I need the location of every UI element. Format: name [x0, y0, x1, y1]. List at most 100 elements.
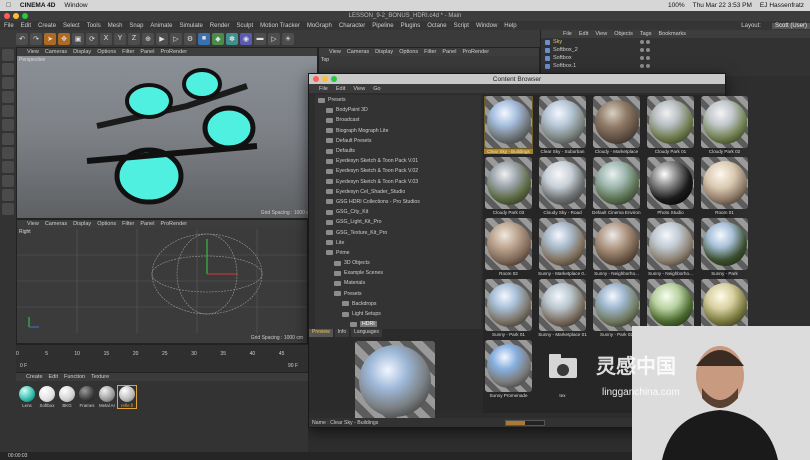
object-menu-item[interactable]: Objects	[614, 31, 633, 37]
object-row[interactable]: Sky	[541, 38, 810, 46]
viewport-menu-item[interactable]: Cameras	[347, 49, 369, 55]
tree-item[interactable]: Biograph Mograph Lite	[315, 126, 481, 136]
tree-item[interactable]: Materials	[315, 278, 481, 288]
viewport-menu-item[interactable]: View	[27, 49, 39, 55]
preset-tile[interactable]: Sunny - Neighborho...	[592, 218, 641, 276]
window-controls[interactable]	[4, 13, 31, 21]
window-menu[interactable]: Window	[64, 2, 87, 9]
object-row[interactable]: Softbox_2	[541, 46, 810, 54]
lock-workplane-icon[interactable]	[2, 189, 14, 201]
viewport-menu-item[interactable]: Filter	[424, 49, 436, 55]
current-frame-field[interactable]: 0 F	[20, 363, 27, 369]
scale-icon[interactable]: ▣	[72, 32, 84, 45]
menu-item[interactable]: Pipeline	[372, 23, 393, 29]
snap-icon[interactable]	[2, 175, 14, 187]
undo-icon[interactable]: ↶	[16, 32, 28, 45]
move-icon[interactable]: ✥	[58, 32, 70, 45]
tree-item[interactable]: Lite	[315, 238, 481, 248]
render-picture-viewer-icon[interactable]: ▷	[170, 32, 182, 45]
close-icon[interactable]	[4, 13, 10, 19]
viewport-menu-item[interactable]: ProRender	[160, 49, 187, 55]
menu-item[interactable]: Simulate	[179, 23, 202, 29]
zoom-icon[interactable]	[331, 76, 337, 82]
redo-icon[interactable]: ↷	[30, 32, 42, 45]
content-browser-controls[interactable]	[313, 76, 337, 82]
floor-icon[interactable]: ▬	[254, 32, 266, 45]
layout-select[interactable]: Scott (User)	[771, 22, 810, 29]
right-viewport[interactable]: View Cameras Display Options Filter Pane…	[16, 219, 308, 344]
material-swatch[interactable]: Metal Ar	[98, 386, 116, 408]
object-row[interactable]: Softbox	[541, 54, 810, 62]
render-view-icon[interactable]: ▶	[156, 32, 168, 45]
preset-tile[interactable]: Default Cinema Environ.	[592, 157, 641, 215]
apple-icon[interactable]: 	[6, 2, 11, 9]
preset-tile[interactable]: Clear Sky - Suburban	[538, 96, 587, 154]
menu-item[interactable]: Select	[63, 23, 80, 29]
tree-item-selected[interactable]: HDRI	[315, 319, 481, 329]
menu-item[interactable]: Sculpt	[236, 23, 253, 29]
menu-item[interactable]: Window	[476, 23, 497, 29]
material-swatch[interactable]: Softbox	[38, 386, 56, 408]
preset-tile[interactable]: Photo Studio	[646, 157, 695, 215]
preset-tile[interactable]: Sunny - Park	[700, 218, 749, 276]
tree-item[interactable]: Presets	[315, 289, 481, 299]
edges-mode-icon[interactable]	[2, 119, 14, 131]
viewport-menu-item[interactable]: Cameras	[45, 49, 67, 55]
tree-item[interactable]: Eyedesyn Sketch & Toon Pack V.02	[315, 166, 481, 176]
cb-menu-item[interactable]: File	[319, 86, 328, 92]
menu-item[interactable]: Motion Tracker	[260, 23, 300, 29]
perspective-viewport[interactable]: View Cameras Display Options Filter Pane…	[16, 47, 318, 219]
preset-tile[interactable]: Sunny - Park 01	[484, 279, 533, 337]
tab-info[interactable]: Info	[334, 329, 350, 337]
preset-tile[interactable]: Cloudy Park 02	[700, 96, 749, 154]
preset-tile[interactable]: tex	[538, 340, 587, 398]
preset-tile[interactable]: Sunny - Neighborho...	[646, 218, 695, 276]
camera-icon[interactable]: ▷	[268, 32, 280, 45]
preset-tile[interactable]: Cloudy Park 03	[484, 157, 533, 215]
end-frame-field[interactable]: 90 F	[288, 363, 298, 369]
tab-languages[interactable]: Languages	[351, 329, 382, 337]
tree-item[interactable]: GSG HDRI Collections - Pro Studios	[315, 197, 481, 207]
workplane-icon[interactable]	[2, 91, 14, 103]
user-name[interactable]: EJ Hassenfratz	[760, 2, 804, 9]
tree-item[interactable]: BodyPaint 3D	[315, 105, 481, 115]
texture-mode-icon[interactable]	[2, 77, 14, 89]
menu-item[interactable]: Render	[210, 23, 230, 29]
menu-item[interactable]: Script	[454, 23, 469, 29]
y-axis-icon[interactable]: Y	[114, 32, 126, 45]
timeline[interactable]: 0 5 10 15 20 25 30 35 40 45 0 F 90 F	[16, 344, 308, 372]
menu-item[interactable]: Tools	[87, 23, 101, 29]
cb-menu-item[interactable]: Edit	[336, 86, 345, 92]
live-select-icon[interactable]: ➤	[44, 32, 56, 45]
object-menu-item[interactable]: Bookmarks	[658, 31, 686, 37]
array-icon[interactable]: ✽	[226, 32, 238, 45]
minimize-icon[interactable]	[322, 76, 328, 82]
tree-item[interactable]: Defaults	[315, 146, 481, 156]
preset-tile[interactable]: Sunny - Marketplace 01	[538, 279, 587, 337]
object-menu-item[interactable]: Tags	[640, 31, 652, 37]
material-menu-item[interactable]: Function	[64, 374, 85, 380]
tree-item[interactable]: Presets	[315, 95, 481, 105]
object-row[interactable]: Softbox.1	[541, 62, 810, 70]
menu-item[interactable]: Character	[339, 23, 365, 29]
preset-tile[interactable]: Sunny - Marketplace 0...	[538, 218, 587, 276]
preset-tile[interactable]: Sunny Promenade	[484, 340, 533, 398]
deformer-icon[interactable]: ◉	[240, 32, 252, 45]
minimize-icon[interactable]	[13, 13, 19, 19]
material-swatch[interactable]: Frames	[78, 386, 96, 408]
points-mode-icon[interactable]	[2, 105, 14, 117]
viewport-menu-item[interactable]: View	[27, 221, 39, 227]
menu-item[interactable]: Edit	[21, 23, 31, 29]
material-swatch[interactable]: BKG	[58, 386, 76, 408]
close-icon[interactable]	[313, 76, 319, 82]
material-menu-item[interactable]: Texture	[91, 374, 109, 380]
cube-icon[interactable]: ■	[198, 32, 210, 45]
object-menu-item[interactable]: Edit	[579, 31, 588, 37]
menu-item[interactable]: Plugins	[401, 23, 421, 29]
viewport-menu-item[interactable]: Panel	[140, 221, 154, 227]
menu-item[interactable]: Snap	[129, 23, 143, 29]
preset-tile[interactable]: Cloudy Park 01	[646, 96, 695, 154]
make-editable-icon[interactable]	[2, 49, 14, 61]
preset-tile[interactable]: Cloudy - Marketplace	[592, 96, 641, 154]
menu-item[interactable]: File	[4, 23, 14, 29]
